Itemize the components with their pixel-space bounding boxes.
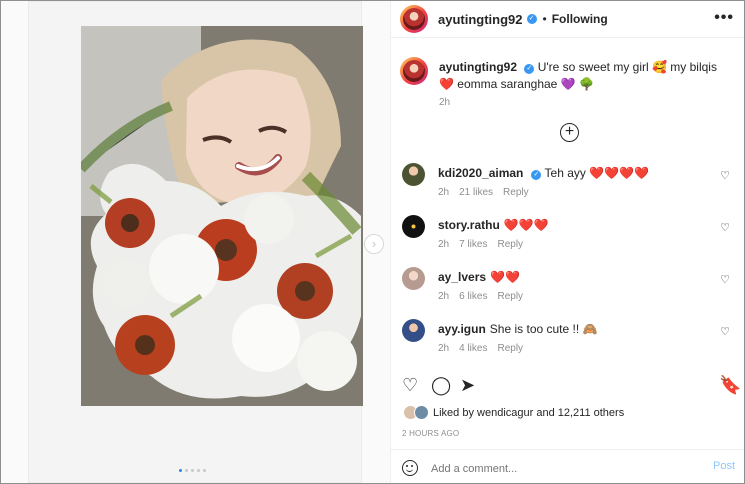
heart-icon[interactable]: ♡ <box>720 169 730 182</box>
comment-likes[interactable]: 7 likes <box>459 239 487 250</box>
verified-badge-icon: ✓ <box>524 64 535 74</box>
comment-text: ayy.igun She is too cute !! 🙈 <box>438 322 597 336</box>
carousel-dot[interactable] <box>191 469 194 472</box>
carousel-dot[interactable] <box>197 469 200 472</box>
comment-avatar[interactable] <box>402 163 425 186</box>
comment-body: Teh ayy ❤️❤️❤️❤️ <box>544 166 649 180</box>
comment-likes[interactable]: 21 likes <box>459 187 493 198</box>
reply-button[interactable]: Reply <box>497 239 523 250</box>
carousel-dot[interactable] <box>179 469 182 472</box>
heart-icon[interactable]: ♡ <box>720 325 730 338</box>
comment-meta: 2h 7 likes Reply <box>438 239 533 250</box>
comment-likes[interactable]: 4 likes <box>459 343 487 354</box>
more-options-icon[interactable]: ••• <box>714 9 734 27</box>
comment-username[interactable]: ay_lvers <box>438 270 486 284</box>
comment-body: ❤️❤️ <box>490 270 520 284</box>
reply-button[interactable]: Reply <box>497 291 523 302</box>
caption-time: 2h <box>439 97 451 108</box>
comment-time: 2h <box>438 291 450 302</box>
post-details-panel: ayutingting92 ✓ • Following ••• ayutingt… <box>391 1 744 483</box>
comment-avatar[interactable] <box>402 319 425 342</box>
chevron-right-icon: › <box>371 236 377 251</box>
post-button[interactable]: Post <box>713 460 735 472</box>
post-actions: ♡ ◯ ➤ 🔖 <box>402 376 741 396</box>
following-button[interactable]: Following <box>552 12 608 26</box>
comment-username[interactable]: story.rathu <box>438 218 500 232</box>
verified-badge-icon: ✓ <box>531 170 542 180</box>
carousel-dot[interactable] <box>185 469 188 472</box>
caption-username[interactable]: ayutingting92 <box>439 60 517 74</box>
comment-item: ayy.igun She is too cute !! 🙈 2h 4 likes Re… <box>402 319 732 359</box>
polaroid-frame <box>28 1 363 483</box>
comment-text: story.rathu ❤️❤️❤️ <box>438 218 549 232</box>
comment-item: kdi2020_aiman ✓ Teh ayy ❤️❤️❤️❤️ 2h 21 lik… <box>402 163 732 203</box>
heart-icon[interactable]: ♡ <box>720 221 730 234</box>
comment-username[interactable]: ayy.igun <box>438 322 486 336</box>
caption-avatar[interactable] <box>400 57 428 85</box>
bookmark-icon[interactable]: 🔖 <box>719 376 741 396</box>
next-media-button[interactable]: › <box>364 234 384 254</box>
comment-avatar[interactable] <box>402 215 425 238</box>
comment-body: She is too cute !! 🙈 <box>489 322 598 336</box>
comment-icon[interactable]: ◯ <box>431 376 451 396</box>
carousel-dot[interactable] <box>203 469 206 472</box>
media-pane: › <box>1 1 391 483</box>
reply-button[interactable]: Reply <box>503 187 529 198</box>
photo-illustration <box>81 26 363 406</box>
post-timestamp: 2 HOURS AGO <box>402 429 460 438</box>
paper-plane-icon[interactable]: ➤ <box>460 376 480 396</box>
comment-meta: 2h 21 likes Reply <box>438 187 539 198</box>
comment-text: ay_lvers ❤️❤️ <box>438 270 520 284</box>
likes-text[interactable]: Liked by wendicagur and 12,211 others <box>433 407 624 419</box>
comment-time: 2h <box>438 239 450 250</box>
comment-time: 2h <box>438 343 450 354</box>
separator-dot: • <box>542 12 547 26</box>
smiley-icon[interactable] <box>402 460 418 476</box>
comment-text: kdi2020_aiman ✓ Teh ayy ❤️❤️❤️❤️ <box>438 166 649 180</box>
comment-avatar[interactable] <box>402 267 425 290</box>
comment-time: 2h <box>438 187 450 198</box>
comment-input[interactable] <box>429 459 683 479</box>
comment-item: ay_lvers ❤️❤️ 2h 6 likes Reply ♡ <box>402 267 732 307</box>
comment-meta: 2h 4 likes Reply <box>438 343 533 354</box>
carousel-dots <box>179 469 206 472</box>
caption-text: ayutingting92 ✓ U're so sweet my girl 🥰 … <box>439 59 729 93</box>
verified-badge-icon: ✓ <box>526 14 537 24</box>
comment-likes[interactable]: 6 likes <box>459 291 487 302</box>
likes-summary: Liked by wendicagur and 12,211 others <box>403 405 624 420</box>
heart-icon[interactable]: ♡ <box>402 376 422 396</box>
author-username[interactable]: ayutingting92 <box>438 12 523 27</box>
reply-button[interactable]: Reply <box>497 343 523 354</box>
post-photo[interactable] <box>81 26 363 406</box>
comment-form: Post <box>391 449 744 483</box>
post-header: ayutingting92 ✓ • Following ••• <box>391 1 744 38</box>
heart-icon[interactable]: ♡ <box>720 273 730 286</box>
comment-item: story.rathu ❤️❤️❤️ 2h 7 likes Reply ♡ <box>402 215 732 255</box>
add-circle-icon[interactable]: + <box>560 123 579 142</box>
comment-meta: 2h 6 likes Reply <box>438 291 533 302</box>
author-avatar[interactable] <box>400 5 428 33</box>
liker-avatar[interactable] <box>414 405 429 420</box>
comment-body: ❤️❤️❤️ <box>503 218 549 232</box>
comment-username[interactable]: kdi2020_aiman <box>438 166 523 180</box>
instagram-post-dialog: › ayutingting92 ✓ • Following ••• ayutin… <box>0 0 745 484</box>
